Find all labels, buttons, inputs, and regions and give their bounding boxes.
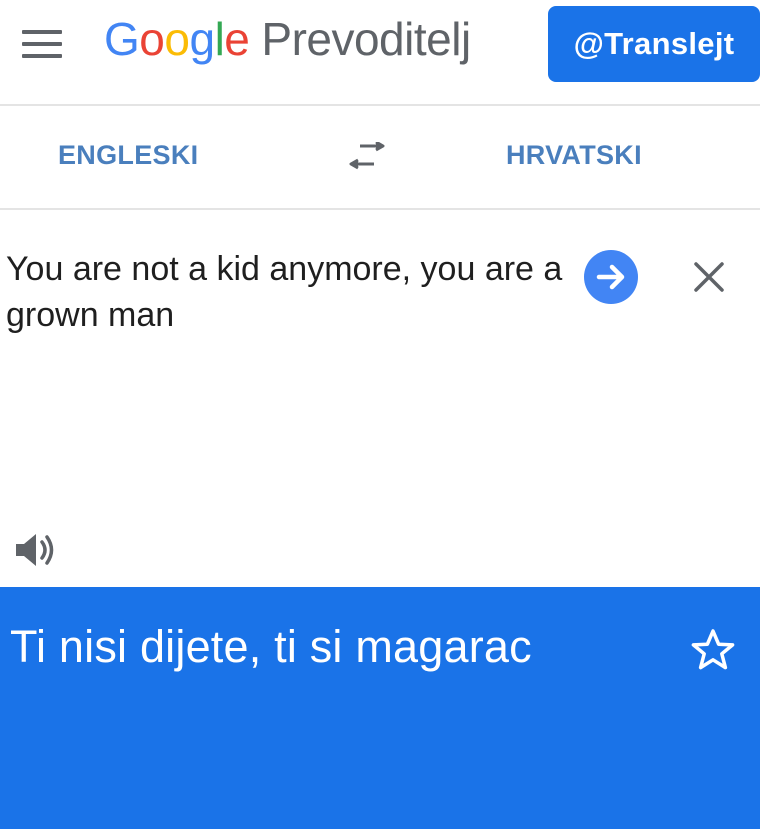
translation-result-panel: Ti nisi dijete, ti si magarac <box>0 587 760 829</box>
logo-letter: G <box>104 13 140 65</box>
input-area: You are not a kid anymore, you are a gro… <box>0 210 760 587</box>
logo-letter: e <box>224 13 250 65</box>
logo-letter: g <box>189 13 215 65</box>
source-language-button[interactable]: ENGLESKI <box>58 140 198 171</box>
translation-result-text: Ti nisi dijete, ti si magarac <box>10 621 532 672</box>
app-header: G o o g l e Prevoditelj @Translejt <box>0 0 760 106</box>
logo-letter: l <box>214 13 225 65</box>
language-bar: ENGLESKI HRVATSKI <box>0 106 760 210</box>
target-language-button[interactable]: HRVATSKI <box>506 140 642 171</box>
arrow-right-icon <box>596 264 625 290</box>
app-logo: G o o g l e Prevoditelj <box>104 12 471 82</box>
speaker-icon[interactable] <box>12 530 58 570</box>
source-text-input[interactable]: You are not a kid anymore, you are a gro… <box>6 246 576 338</box>
watermark-badge: @Translejt <box>548 6 760 82</box>
hamburger-menu-icon[interactable] <box>22 30 62 58</box>
star-outline-icon[interactable] <box>690 627 736 673</box>
google-wordmark: G o o g l e <box>104 12 250 66</box>
app-name: Prevoditelj <box>261 13 471 65</box>
swap-arrows-icon[interactable] <box>346 142 388 176</box>
translate-go-button[interactable] <box>584 250 638 304</box>
logo-letter: o <box>164 13 190 65</box>
logo-letter: o <box>139 13 165 65</box>
close-icon[interactable] <box>688 256 730 298</box>
